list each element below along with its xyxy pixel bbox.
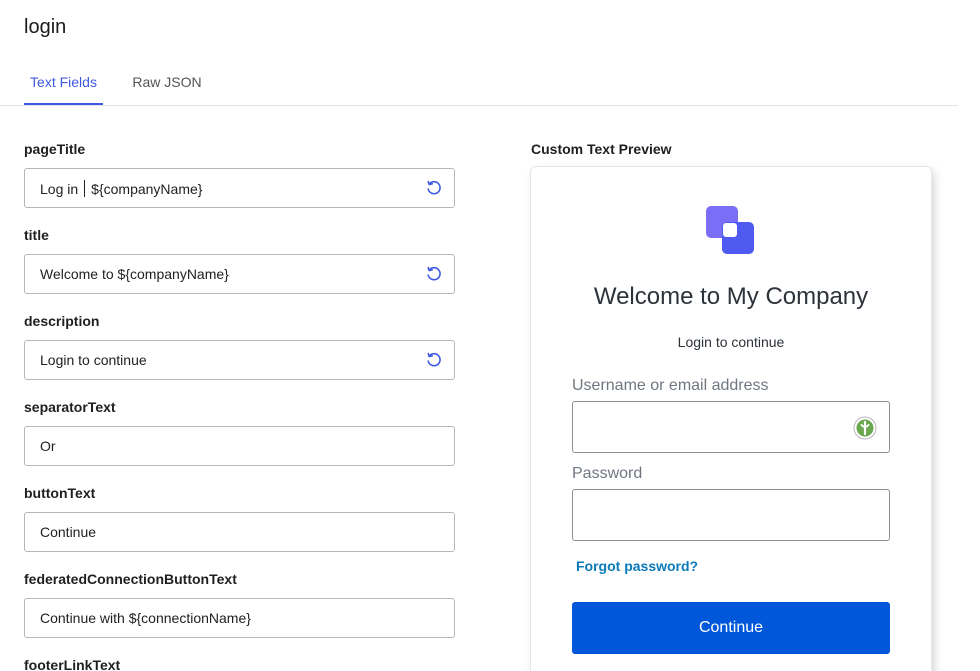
page-title: login — [24, 16, 67, 38]
field-label-button-text: buttonText — [24, 485, 96, 501]
company-logo — [706, 206, 754, 254]
title-field[interactable]: Welcome to ${companyName} — [24, 254, 455, 294]
preview-heading: Custom Text Preview — [531, 141, 672, 157]
tab-raw-json[interactable]: Raw JSON — [131, 62, 203, 105]
username-input[interactable] — [572, 401, 890, 453]
password-label: Password — [572, 465, 643, 482]
preview-title: Welcome to My Company — [593, 283, 869, 310]
login-text-customization-page: login Text Fields Raw JSON pageTitle Log… — [0, 0, 980, 671]
continue-button[interactable]: Continue — [572, 602, 890, 654]
field-label-federated-connection-button-text: federatedConnectionButtonText — [24, 571, 237, 587]
login-preview-card: Welcome to My Company Login to continue … — [531, 167, 931, 671]
description-field[interactable]: Login to continue — [24, 340, 455, 380]
password-manager-icon[interactable] — [853, 416, 877, 440]
preview-description: Login to continue — [677, 334, 785, 350]
reset-icon[interactable] — [414, 255, 454, 293]
field-label-footer-link-text: footerLinkText — [24, 657, 121, 671]
forgot-password-link[interactable]: Forgot password? — [576, 558, 698, 574]
tab-bar: Text Fields Raw JSON — [0, 62, 958, 106]
field-label-title: title — [24, 227, 49, 243]
page-title-field[interactable]: Log in ${companyName} — [24, 168, 455, 208]
field-label-page-title: pageTitle — [24, 141, 86, 157]
username-label: Username or email address — [572, 377, 769, 394]
reset-icon[interactable] — [414, 341, 454, 379]
field-label-description: description — [24, 313, 100, 329]
page-title-field-value[interactable]: Log in ${companyName} — [25, 179, 414, 197]
tab-text-fields[interactable]: Text Fields — [24, 62, 103, 105]
title-field-value[interactable]: Welcome to ${companyName} — [25, 266, 414, 282]
separator-text-field-value[interactable]: Or — [25, 438, 454, 454]
field-label-separator-text: separatorText — [24, 399, 116, 415]
password-input[interactable] — [572, 489, 890, 541]
button-text-field-value[interactable]: Continue — [25, 524, 454, 540]
button-text-field[interactable]: Continue — [24, 512, 455, 552]
federated-connection-button-text-field[interactable]: Continue with ${connectionName} — [24, 598, 455, 638]
description-field-value[interactable]: Login to continue — [25, 352, 414, 368]
text-caret — [84, 179, 86, 197]
federated-connection-button-text-field-value[interactable]: Continue with ${connectionName} — [25, 610, 454, 626]
separator-text-field[interactable]: Or — [24, 426, 455, 466]
reset-icon[interactable] — [414, 169, 454, 207]
